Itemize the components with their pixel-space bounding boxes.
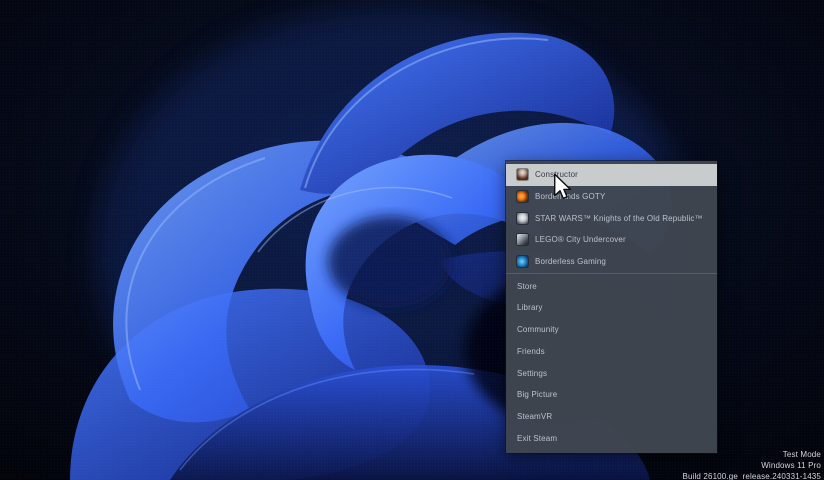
tray-menu-item-label: LEGO® City Undercover [535, 235, 626, 244]
tray-menu-item-big-picture[interactable]: Big Picture [506, 384, 717, 406]
tray-menu-item-label: Constructor [535, 170, 578, 179]
tray-menu-item-steamvr[interactable]: SteamVR [506, 406, 717, 428]
borderlands-game-icon [517, 191, 528, 202]
watermark-line: Build 26100.ge_release.240331-1435 [682, 471, 821, 480]
tray-menu-item-label: Store [517, 282, 537, 291]
tray-menu-item-friends[interactable]: Friends [506, 341, 717, 363]
tray-menu-item-settings[interactable]: Settings [506, 362, 717, 384]
tray-menu-item-lego-city-undercover[interactable]: LEGO® City Undercover [506, 229, 717, 251]
tray-menu-item-community[interactable]: Community [506, 319, 717, 341]
tray-menu-item-label: Borderless Gaming [535, 257, 606, 266]
tray-menu-item-borderless-gaming[interactable]: Borderless Gaming [506, 251, 717, 273]
kotor-game-icon [517, 213, 528, 224]
tray-menu-item-label: Borderlands GOTY [535, 192, 605, 201]
menu-separator [506, 273, 717, 274]
tray-menu-item-constructor[interactable]: Constructor [506, 164, 717, 186]
watermark-line: Windows 11 Pro [682, 460, 821, 471]
tray-menu-item-label: SteamVR [517, 412, 552, 421]
tray-menu-item-exit-steam[interactable]: Exit Steam [506, 427, 717, 449]
tray-menu-item-label: Community [517, 325, 559, 334]
tray-menu-item-star-wars-knights-of-the-old-republic[interactable]: STAR WARS™ Knights of the Old Republic™ [506, 207, 717, 229]
lego-city-game-icon [517, 234, 528, 245]
watermark-line: Test Mode [682, 449, 821, 460]
tray-menu-item-library[interactable]: Library [506, 297, 717, 319]
tray-menu-item-store[interactable]: Store [506, 275, 717, 297]
borderless-gaming-game-icon [517, 256, 528, 267]
tray-menu-item-label: Library [517, 303, 543, 312]
tray-menu-item-label: Friends [517, 347, 545, 356]
tray-menu-item-label: Settings [517, 369, 547, 378]
desktop: Constructor Borderlands GOTY STAR WARS™ Kn… [0, 0, 824, 480]
steam-tray-menu: Constructor Borderlands GOTY STAR WARS™ Kn… [506, 161, 717, 453]
tray-menu-item-borderlands-goty[interactable]: Borderlands GOTY [506, 186, 717, 208]
tray-menu-item-label: Exit Steam [517, 434, 557, 443]
tray-menu-item-label: Big Picture [517, 390, 557, 399]
windows-watermark: Test ModeWindows 11 ProBuild 26100.ge_re… [682, 449, 821, 480]
constructor-game-icon [517, 169, 528, 180]
tray-menu-item-label: STAR WARS™ Knights of the Old Republic™ [535, 214, 703, 223]
